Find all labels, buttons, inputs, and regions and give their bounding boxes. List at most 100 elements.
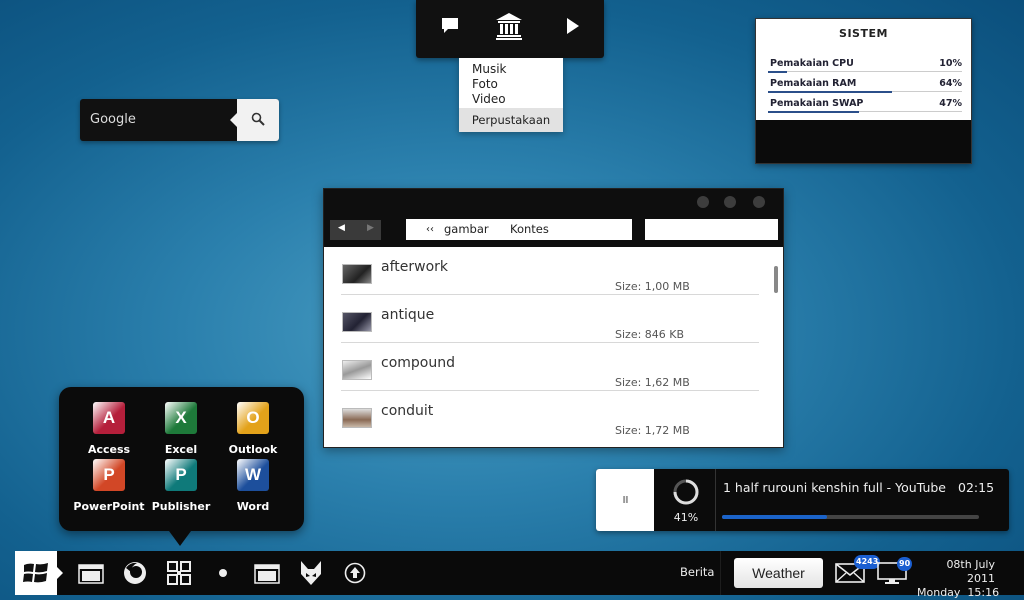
taskbar: Berita Weather 4243 90 08th July 2011 Mo…: [15, 551, 1024, 599]
window-minimize-button[interactable]: [697, 196, 709, 208]
back-button[interactable]: ◀: [338, 223, 345, 233]
ram-usage-row: Pemakaian RAM 64%: [768, 78, 962, 93]
app-outlook[interactable]: O Outlook: [217, 402, 289, 458]
google-search-widget: Google: [80, 99, 279, 141]
file-browser-header: ◀ ▶ ‹‹ gambar Kontes: [324, 189, 783, 247]
swap-usage-value: 47%: [939, 98, 962, 109]
system-monitor-widget: SISTEM Pemakaian CPU 10% Pemakaian RAM 6…: [755, 18, 972, 164]
app-label: Access: [87, 443, 131, 456]
taskbar-dot-button[interactable]: [208, 558, 238, 588]
cpu-usage-row: Pemakaian CPU 10%: [768, 58, 962, 73]
app-label: Word: [236, 500, 270, 513]
app-powerpoint[interactable]: P PowerPoint: [73, 459, 145, 515]
taskbar-foobar-button[interactable]: [296, 558, 326, 588]
loading-spinner-icon: [673, 479, 699, 505]
file-size-label: Size:: [615, 328, 642, 341]
file-row-compound[interactable]: compound Size: 1,62 MB: [341, 343, 759, 391]
file-row-afterwork[interactable]: afterwork Size: 1,00 MB: [341, 247, 759, 295]
taskbar-apps-button[interactable]: [164, 558, 194, 588]
file-size-value: 846 KB: [644, 328, 685, 341]
library-icon[interactable]: [489, 8, 529, 44]
cpu-usage-bar: [768, 71, 788, 73]
folder-icon: [78, 564, 104, 584]
media-progress-track[interactable]: [722, 515, 979, 519]
publisher-icon: P: [165, 459, 197, 491]
windows-start-icon: [23, 563, 48, 583]
file-browser-window: ◀ ▶ ‹‹ gambar Kontes afterwork Size: 1,0…: [323, 188, 784, 448]
google-search-input[interactable]: Google: [90, 112, 136, 127]
swap-usage-bar: [768, 111, 860, 113]
menu-item-foto[interactable]: Foto: [459, 77, 563, 92]
app-excel[interactable]: X Excel: [145, 402, 217, 458]
file-thumbnail: [342, 408, 372, 428]
swap-usage-row: Pemakaian SWAP 47%: [768, 98, 962, 113]
word-icon: W: [237, 459, 269, 491]
weather-button[interactable]: Weather: [734, 558, 823, 588]
breadcrumb-gambar[interactable]: gambar: [444, 219, 489, 240]
library-dropdown: Musik Foto Video Perpustakaan: [459, 58, 563, 132]
window-maximize-button[interactable]: [724, 196, 736, 208]
file-size-value: 1,00 MB: [644, 280, 690, 293]
start-button[interactable]: [15, 551, 63, 595]
file-size-value: 1,62 MB: [644, 376, 690, 389]
file-list: afterwork Size: 1,00 MB antique Size: 84…: [324, 247, 783, 439]
ram-usage-value: 64%: [939, 78, 962, 89]
file-name: conduit: [381, 403, 434, 419]
folder-icon: [254, 564, 280, 584]
breadcrumb-up-button[interactable]: ‹‹: [426, 219, 434, 240]
file-thumbnail: [342, 360, 372, 380]
menu-item-musik[interactable]: Musik: [459, 62, 563, 77]
download-percent: 41%: [673, 511, 699, 524]
search-icon: [251, 111, 265, 130]
excel-icon: X: [165, 402, 197, 434]
menu-item-perpustakaan[interactable]: Perpustakaan: [459, 108, 563, 132]
file-size: Size: 1,62 MB: [615, 376, 690, 389]
dot-icon: [219, 569, 227, 577]
chat-bubble-icon[interactable]: [430, 8, 470, 44]
swap-usage-label: Pemakaian SWAP: [770, 98, 864, 109]
monitor-count-badge: 90: [897, 557, 913, 571]
file-thumbnail: [342, 264, 372, 284]
taskbar-upload-button[interactable]: [340, 558, 370, 588]
pause-button[interactable]: II: [596, 469, 654, 531]
access-icon: A: [93, 402, 125, 434]
play-icon[interactable]: [553, 8, 593, 44]
system-monitor-panel: SISTEM Pemakaian CPU 10% Pemakaian RAM 6…: [756, 19, 971, 120]
file-row-conduit[interactable]: conduit Size: 1,72 MB: [341, 391, 759, 439]
top-media-widget: [416, 0, 604, 58]
file-size: Size: 1,72 MB: [615, 424, 690, 437]
app-word[interactable]: W Word: [217, 459, 289, 515]
file-size: Size: 1,00 MB: [615, 280, 690, 293]
taskbar-folder-button-2[interactable]: [252, 558, 282, 588]
forward-button[interactable]: ▶: [367, 223, 374, 233]
file-size-label: Size:: [615, 424, 642, 437]
app-label: Outlook: [228, 443, 278, 456]
media-title: 1 half rurouni kenshin full - YouTube: [723, 480, 946, 495]
app-label: Excel: [164, 443, 198, 456]
menu-item-video[interactable]: Video: [459, 92, 563, 107]
file-search-input[interactable]: [645, 219, 778, 240]
foobar-icon: [301, 561, 321, 585]
breadcrumb-kontes[interactable]: Kontes: [510, 219, 549, 240]
file-row-antique[interactable]: antique Size: 846 KB: [341, 295, 759, 343]
media-time: 02:15: [958, 480, 995, 495]
app-publisher[interactable]: P Publisher: [145, 459, 217, 515]
firefox-icon: [124, 562, 146, 584]
cpu-usage-value: 10%: [939, 58, 962, 69]
office-launcher-popup: A Access X Excel O Outlook P PowerPoint …: [59, 387, 304, 546]
file-list-scrollbar[interactable]: [774, 266, 778, 293]
taskbar-folder-button[interactable]: [76, 558, 106, 588]
outlook-icon: O: [237, 402, 269, 434]
berita-button[interactable]: Berita: [680, 565, 714, 579]
pause-icon: II: [622, 494, 629, 506]
window-close-button[interactable]: [753, 196, 765, 208]
system-monitor-title: SISTEM: [839, 27, 888, 40]
taskbar-firefox-button[interactable]: [120, 558, 150, 588]
search-button[interactable]: [230, 99, 279, 141]
taskbar-divider: [720, 551, 721, 595]
app-access[interactable]: A Access: [73, 402, 145, 458]
taskbar-clock[interactable]: 08th July 2011 Monday 15:16: [917, 558, 999, 600]
file-name: afterwork: [381, 259, 448, 275]
cpu-usage-label: Pemakaian CPU: [770, 58, 854, 69]
clock-date: 08th July 2011: [946, 558, 995, 585]
